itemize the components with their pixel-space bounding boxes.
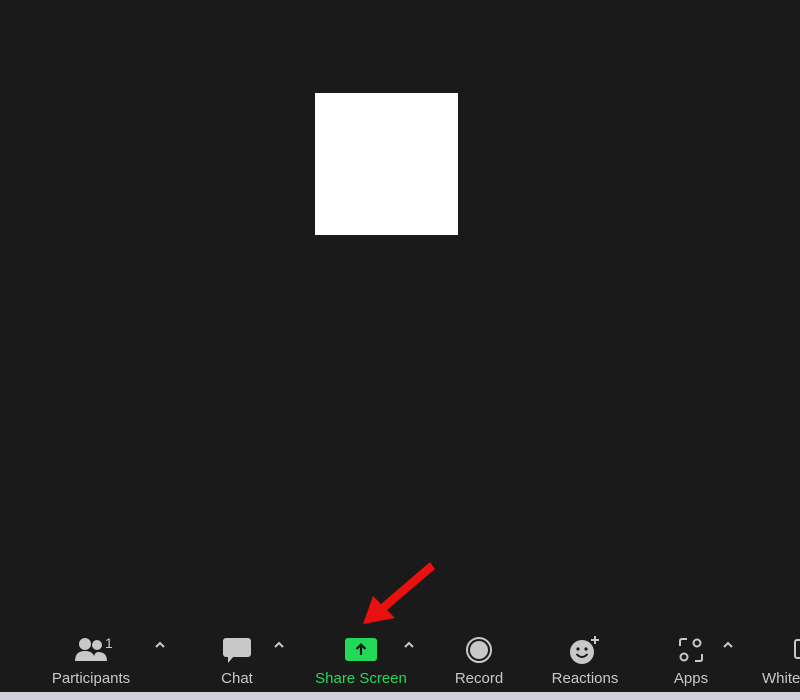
meeting-toolbar: 1 Participants Chat Share Screen Record … (0, 625, 800, 692)
record-icon (464, 633, 494, 667)
chat-bubble-icon (221, 633, 253, 667)
chat-label: Chat (221, 670, 253, 687)
record-label: Record (454, 670, 504, 687)
participants-label: Participants (51, 670, 131, 687)
reactions-button[interactable]: Reactions (545, 625, 625, 692)
chat-button[interactable]: Chat (207, 625, 267, 692)
whiteboards-label: Whiteboards (762, 670, 800, 687)
record-button[interactable]: Record (449, 625, 509, 692)
video-area (0, 0, 800, 625)
whiteboards-button[interactable]: Whiteboards (762, 625, 800, 692)
taskbar-strip (0, 692, 800, 700)
participants-button[interactable]: 1 Participants (44, 625, 138, 692)
apps-icon (677, 633, 705, 667)
chat-caret-icon[interactable] (273, 639, 285, 651)
whiteboard-icon (762, 633, 800, 667)
reaction-emoji-icon (568, 633, 602, 667)
participants-caret-icon[interactable] (154, 639, 166, 651)
apps-label: Apps (673, 670, 709, 687)
share-screen-label: Share Screen (315, 670, 407, 687)
share-screen-button[interactable]: Share Screen (311, 625, 411, 692)
participant-video-tile[interactable] (315, 93, 458, 235)
participant-count-badge: 1 (105, 635, 113, 651)
participants-icon: 1 (67, 633, 115, 667)
share-screen-icon (344, 633, 378, 667)
apps-button[interactable]: Apps (664, 625, 718, 692)
annotation-arrow-icon (363, 562, 435, 624)
share-screen-caret-icon[interactable] (403, 639, 415, 651)
reactions-label: Reactions (551, 670, 619, 687)
apps-caret-icon[interactable] (722, 639, 734, 651)
